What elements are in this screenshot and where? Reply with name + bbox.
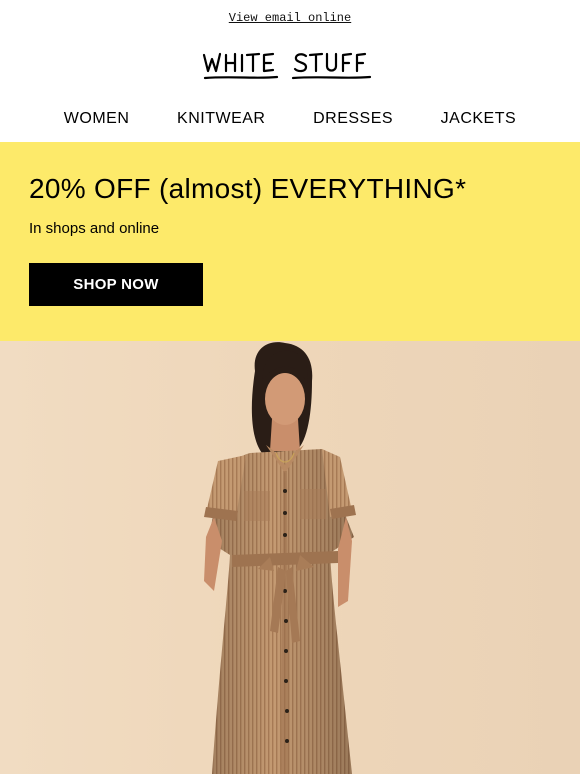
white-stuff-logo[interactable] bbox=[202, 48, 378, 84]
promo-subtitle: In shops and online bbox=[29, 220, 160, 237]
shop-now-button[interactable]: SHOP NOW bbox=[29, 263, 203, 306]
promo-title: 20% OFF (almost) EVERYTHING* bbox=[29, 173, 467, 204]
logo-area bbox=[0, 36, 580, 96]
model-in-striped-shirt-dress-image bbox=[0, 341, 580, 774]
hero-image[interactable] bbox=[0, 341, 580, 774]
nav-item-dresses[interactable]: DRESSES bbox=[313, 110, 393, 128]
email-page: View email online WOMEN KNITWEAR DRESSES… bbox=[0, 0, 580, 774]
nav-item-women[interactable]: WOMEN bbox=[64, 110, 130, 128]
nav-item-jackets[interactable]: JACKETS bbox=[441, 110, 517, 128]
view-email-online-link[interactable]: View email online bbox=[229, 11, 351, 25]
top-bar: View email online bbox=[0, 0, 580, 36]
main-nav: WOMEN KNITWEAR DRESSES JACKETS bbox=[0, 96, 580, 142]
promo-banner: 20% OFF (almost) EVERYTHING* In shops an… bbox=[0, 142, 580, 341]
nav-item-knitwear[interactable]: KNITWEAR bbox=[177, 110, 265, 128]
